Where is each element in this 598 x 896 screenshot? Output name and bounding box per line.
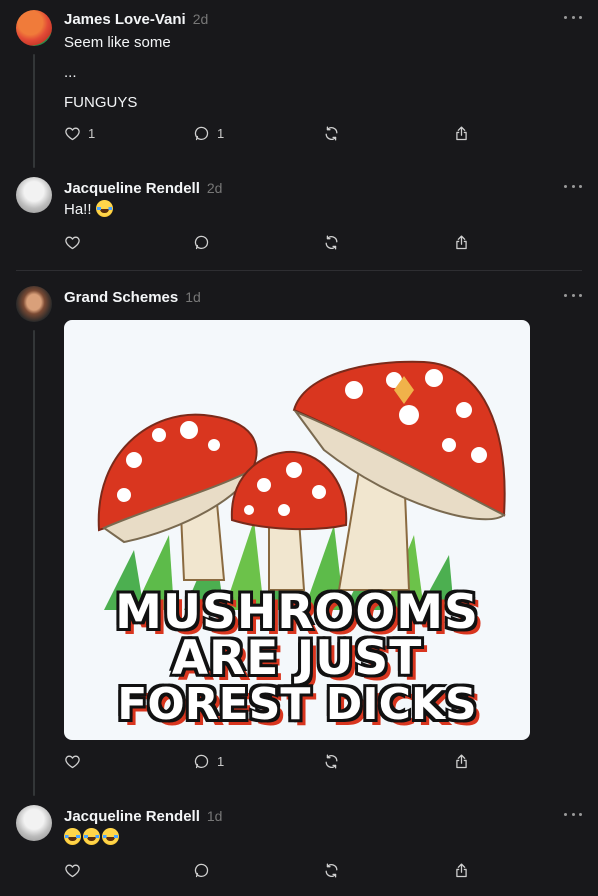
laughing-emoji-icon xyxy=(102,828,119,845)
heart-icon xyxy=(64,753,81,770)
post-time[interactable]: 2d xyxy=(207,180,223,196)
author-name[interactable]: Grand Schemes xyxy=(64,289,178,306)
reply-count: 1 xyxy=(217,753,225,769)
more-options-icon[interactable] xyxy=(564,290,582,300)
like-button[interactable] xyxy=(64,232,81,252)
share-button[interactable] xyxy=(453,860,470,880)
reply-icon xyxy=(193,862,210,879)
image-caption: MUSHROOMS ARE JUST FOREST DICKS xyxy=(64,585,530,730)
caption-line: FOREST DICKS xyxy=(117,679,477,730)
repost-icon xyxy=(323,753,340,770)
post-text-line: FUNGUYS xyxy=(64,94,138,111)
share-icon xyxy=(453,125,470,142)
share-button[interactable] xyxy=(453,123,470,143)
post-text xyxy=(64,828,121,848)
repost-button[interactable] xyxy=(323,123,340,143)
avatar-grand-schemes[interactable] xyxy=(16,286,52,322)
reply-button[interactable]: 1 xyxy=(193,123,224,143)
like-button[interactable]: 1 xyxy=(64,123,95,143)
share-button[interactable] xyxy=(453,232,470,252)
like-count: 1 xyxy=(88,125,96,141)
post-time[interactable]: 1d xyxy=(207,808,223,824)
post-actions xyxy=(64,232,484,252)
reply-button[interactable] xyxy=(193,860,210,880)
avatar-jacqueline[interactable] xyxy=(16,177,52,213)
reply-icon xyxy=(193,125,210,142)
post-header: James Love-Vani 2d xyxy=(64,8,208,30)
post-actions: 1 xyxy=(64,751,484,771)
post-header: Jacqueline Rendell 1d xyxy=(64,805,222,827)
like-button[interactable] xyxy=(64,751,81,771)
reply-icon xyxy=(193,753,210,770)
more-options-icon[interactable] xyxy=(564,809,582,819)
share-icon xyxy=(453,862,470,879)
post-text: Ha!! xyxy=(64,200,115,220)
reply-button[interactable] xyxy=(193,232,210,252)
reply-count: 1 xyxy=(217,125,225,141)
like-button[interactable] xyxy=(64,860,81,880)
heart-icon xyxy=(64,125,81,142)
more-options-icon[interactable] xyxy=(564,12,582,22)
post-actions: 1 1 xyxy=(64,123,484,143)
share-button[interactable] xyxy=(453,751,470,771)
heart-icon xyxy=(64,862,81,879)
post-time[interactable]: 1d xyxy=(185,289,201,305)
thread-line xyxy=(33,54,35,168)
post-text-content: Ha!! xyxy=(64,201,92,218)
author-name[interactable]: James Love-Vani xyxy=(64,11,186,28)
repost-button[interactable] xyxy=(323,232,340,252)
caption-line: ARE JUST xyxy=(171,631,423,686)
thread-line xyxy=(33,330,35,796)
share-icon xyxy=(453,234,470,251)
repost-icon xyxy=(323,234,340,251)
heart-icon xyxy=(64,234,81,251)
share-icon xyxy=(453,753,470,770)
post-actions xyxy=(64,860,484,880)
reply-icon xyxy=(193,234,210,251)
author-name[interactable]: Jacqueline Rendell xyxy=(64,180,200,197)
caption-line: MUSHROOMS xyxy=(115,585,479,640)
author-name[interactable]: Jacqueline Rendell xyxy=(64,808,200,825)
laughing-emoji-icon xyxy=(95,200,113,217)
laughing-emoji-icon xyxy=(83,828,100,845)
post-header: Jacqueline Rendell 2d xyxy=(64,177,222,199)
post-header: Grand Schemes 1d xyxy=(64,286,201,308)
laughing-emoji-icon xyxy=(64,828,81,845)
repost-icon xyxy=(323,862,340,879)
post-text-line: Seem like some xyxy=(64,34,171,51)
post-divider xyxy=(16,270,582,271)
repost-button[interactable] xyxy=(323,860,340,880)
repost-button[interactable] xyxy=(323,751,340,771)
post-time[interactable]: 2d xyxy=(193,11,209,27)
reply-button[interactable]: 1 xyxy=(193,751,224,771)
avatar-jacqueline[interactable] xyxy=(16,805,52,841)
post-image[interactable]: MUSHROOMS ARE JUST FOREST DICKS xyxy=(64,320,530,740)
avatar-james[interactable] xyxy=(16,10,52,46)
post-text-line: ... xyxy=(64,64,77,81)
repost-icon xyxy=(323,125,340,142)
more-options-icon[interactable] xyxy=(564,181,582,191)
